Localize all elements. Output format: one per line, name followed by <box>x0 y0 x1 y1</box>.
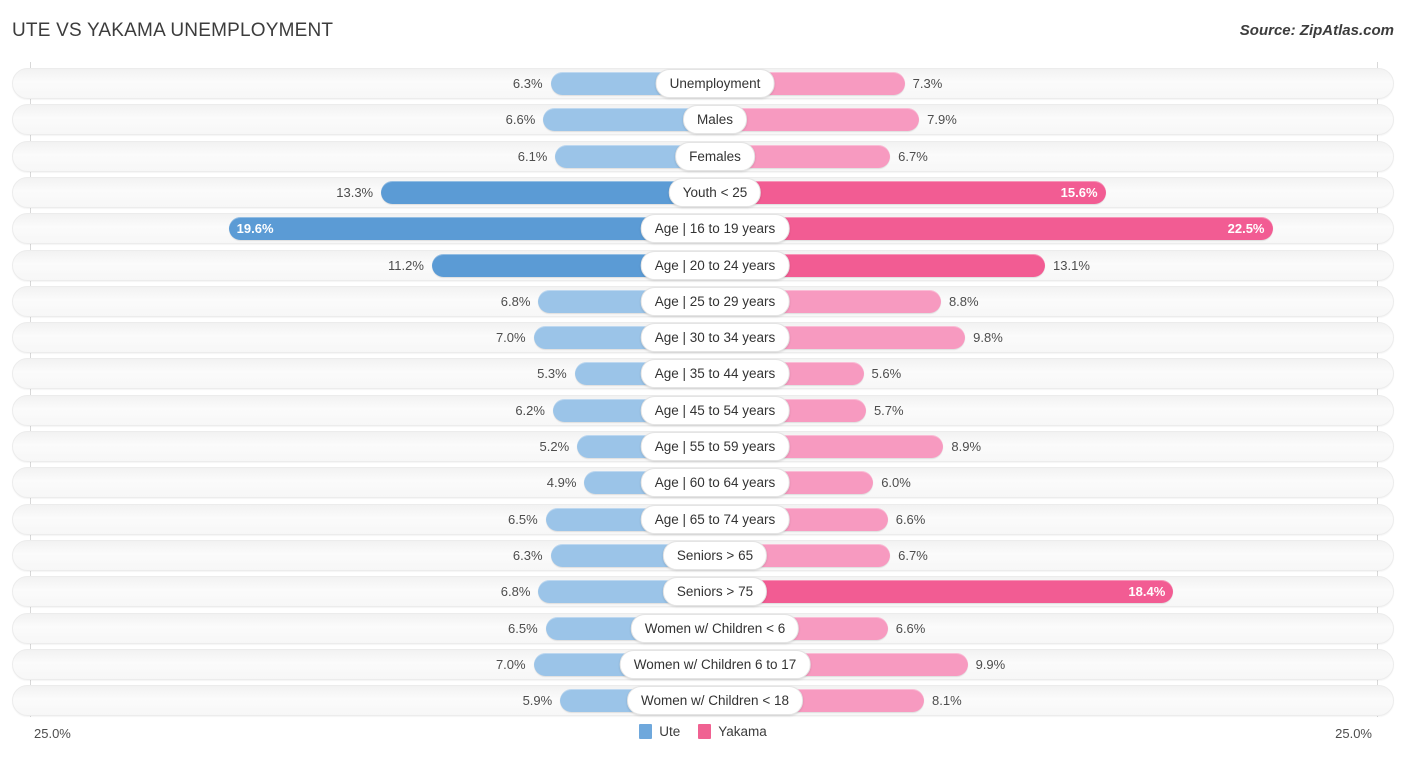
bar-yakama[interactable] <box>728 108 920 132</box>
value-label-yakama: 8.9% <box>951 439 982 454</box>
value-label-yakama: 15.6% <box>1060 184 1098 200</box>
value-label-yakama: 6.7% <box>898 148 928 164</box>
table-row[interactable]: 6.3% 7.3% Unemployment <box>12 68 1394 99</box>
value-label-ute: 11.2% <box>388 257 424 273</box>
value-label-ute: 7.0% <box>495 656 526 672</box>
value-label-ute: 5.3% <box>537 366 567 382</box>
category-label[interactable]: Age | 65 to 74 years <box>640 504 790 534</box>
value-label-ute: 6.8% <box>500 293 531 309</box>
value-label-yakama: 5.6% <box>871 366 902 382</box>
table-row[interactable]: 6.5% 6.6% Age | 65 to 74 years <box>12 503 1394 535</box>
value-label-ute: 6.6% <box>505 112 536 128</box>
category-label[interactable]: Women w/ Children < 6 <box>630 613 800 643</box>
page-title: UTE VS YAKAMA UNEMPLOYMENT <box>12 20 334 41</box>
value-label-yakama: 6.7% <box>898 547 928 563</box>
table-row[interactable]: 6.8% 8.8% Age | 25 to 29 years <box>12 285 1394 317</box>
value-label-yakama: 7.9% <box>927 112 957 128</box>
table-row[interactable]: 5.3% 5.6% Age | 35 to 44 years <box>12 358 1394 390</box>
legend-swatch-icon <box>639 724 653 739</box>
value-label-ute: 6.3% <box>512 547 543 563</box>
value-label-ute: 6.5% <box>508 620 538 636</box>
table-row[interactable]: 6.5% 6.6% Women w/ Children < 6 <box>12 612 1394 644</box>
value-label-ute: 6.3% <box>512 76 543 91</box>
table-row[interactable]: 11.2% 13.1% Age | 20 to 24 years <box>12 249 1394 281</box>
category-label[interactable]: Youth < 25 <box>668 177 762 207</box>
category-label[interactable]: Seniors > 75 <box>662 577 768 607</box>
legend-item[interactable]: Yakama <box>698 724 767 739</box>
category-label[interactable]: Women w/ Children 6 to 17 <box>619 649 811 679</box>
value-label-ute: 4.9% <box>546 475 577 491</box>
value-label-yakama: 7.3% <box>912 76 943 91</box>
value-label-yakama: 8.1% <box>932 693 962 709</box>
chart-header: UTE VS YAKAMA UNEMPLOYMENT Source: ZipAt… <box>0 0 1406 60</box>
table-row[interactable]: 6.6% 7.9% Males <box>12 104 1394 136</box>
category-label[interactable]: Age | 60 to 64 years <box>640 468 790 498</box>
legend-label: Ute <box>659 724 681 739</box>
value-label-yakama: 6.6% <box>895 511 926 527</box>
value-label-yakama: 13.1% <box>1053 257 1090 273</box>
table-row[interactable]: 19.6% 22.5% Age | 16 to 19 years <box>12 213 1394 245</box>
source-attribution: Source: ZipAtlas.com <box>1239 22 1394 39</box>
chart-footer: 25.0% 25.0% Ute Yakama <box>0 718 1406 757</box>
bar-yakama[interactable] <box>728 217 1273 241</box>
category-label[interactable]: Age | 45 to 54 years <box>640 395 790 425</box>
table-row[interactable]: 6.8% 18.4% Seniors > 75 <box>12 576 1394 608</box>
value-label-ute: 6.1% <box>517 148 548 164</box>
category-label[interactable]: Unemployment <box>655 69 775 98</box>
value-label-yakama: 5.7% <box>873 402 904 418</box>
value-label-ute: 19.6% <box>236 221 274 237</box>
category-label[interactable]: Females <box>675 141 755 171</box>
category-label[interactable]: Age | 35 to 44 years <box>640 359 790 389</box>
value-label-yakama: 6.6% <box>895 620 926 636</box>
value-label-ute: 7.0% <box>495 330 526 346</box>
value-label-ute: 13.3% <box>336 184 374 200</box>
category-label[interactable]: Seniors > 65 <box>662 540 768 570</box>
category-label[interactable]: Age | 30 to 34 years <box>640 323 790 353</box>
value-label-ute: 5.2% <box>539 439 570 454</box>
table-row[interactable]: 7.0% 9.9% Women w/ Children 6 to 17 <box>12 648 1394 680</box>
value-label-yakama: 18.4% <box>1128 584 1166 600</box>
table-row[interactable]: 13.3% 15.6% Youth < 25 <box>12 176 1394 208</box>
diverging-bar-chart: 6.3% 7.3% Unemployment 6.6% 7.9% Males 6.1% 6.7… <box>0 62 1406 717</box>
table-row[interactable]: 6.3% 6.7% Seniors > 65 <box>12 539 1394 571</box>
table-row[interactable]: 5.9% 8.1% Women w/ Children < 18 <box>12 685 1394 717</box>
value-label-yakama: 9.8% <box>973 330 1003 346</box>
table-row[interactable]: 5.2% 8.9% Age | 55 to 59 years <box>12 431 1394 462</box>
category-label[interactable]: Males <box>682 105 748 135</box>
value-label-ute: 6.8% <box>500 584 531 600</box>
legend-swatch-icon <box>698 724 712 739</box>
category-label[interactable]: Age | 25 to 29 years <box>640 286 790 316</box>
table-row[interactable]: 6.2% 5.7% Age | 45 to 54 years <box>12 394 1394 426</box>
legend-label: Yakama <box>718 724 767 739</box>
bar-ute[interactable] <box>543 108 703 132</box>
category-label[interactable]: Age | 20 to 24 years <box>640 250 790 280</box>
table-row[interactable]: 6.1% 6.7% Females <box>12 140 1394 172</box>
bar-ute[interactable] <box>381 180 703 204</box>
category-label[interactable]: Women w/ Children < 18 <box>627 686 803 716</box>
value-label-yakama: 22.5% <box>1227 221 1265 237</box>
value-label-yakama: 8.8% <box>948 293 979 309</box>
category-label[interactable]: Age | 16 to 19 years <box>640 214 790 244</box>
bar-ute[interactable] <box>228 217 703 241</box>
table-row[interactable]: 4.9% 6.0% Age | 60 to 64 years <box>12 467 1394 499</box>
chart-legend: Ute Yakama <box>0 724 1406 739</box>
value-label-yakama: 9.9% <box>975 656 1006 672</box>
legend-item[interactable]: Ute <box>639 724 680 739</box>
value-label-ute: 5.9% <box>522 693 553 709</box>
table-row[interactable]: 7.0% 9.8% Age | 30 to 34 years <box>12 322 1394 354</box>
value-label-ute: 6.2% <box>515 402 545 418</box>
value-label-ute: 6.5% <box>508 511 538 527</box>
value-label-yakama: 6.0% <box>881 475 911 491</box>
category-label[interactable]: Age | 55 to 59 years <box>640 432 790 461</box>
